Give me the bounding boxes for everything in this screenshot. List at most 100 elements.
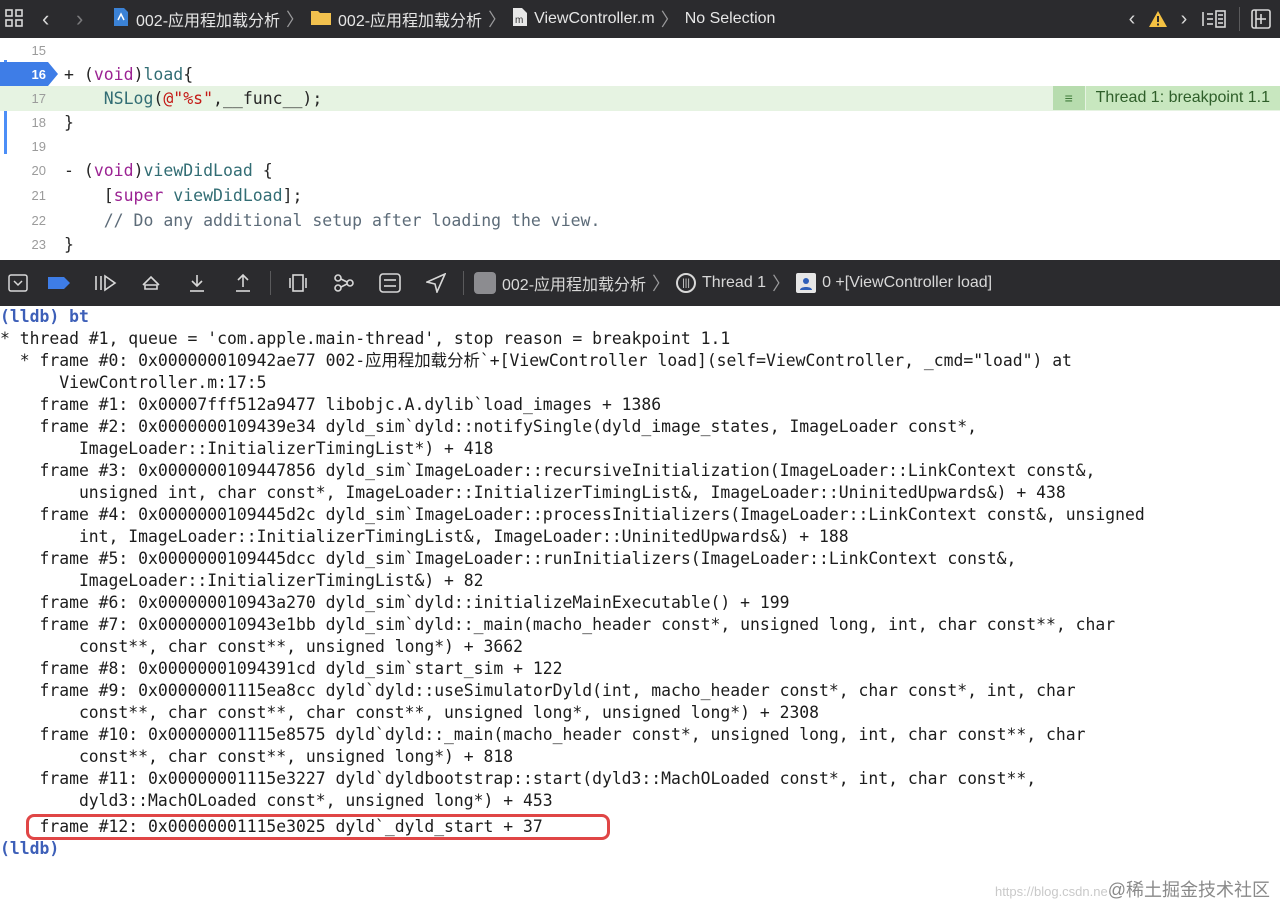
divider [270,271,271,295]
console-line: dyld3::MachOLoaded const*, unsigned long… [0,791,553,810]
thread-breakpoint-badge[interactable]: ≡ Thread 1: breakpoint 1.1 [1052,86,1280,110]
console-line: int, ImageLoader::InitializerTimingList&… [0,527,849,546]
breakpoint-marker[interactable]: 16 [0,62,58,86]
related-items-grid-icon[interactable] [4,8,24,28]
previous-issue-chevron-icon[interactable]: ‹ [1119,0,1145,38]
back-chevron-icon[interactable]: ‹ [42,6,49,32]
step-out-icon[interactable] [220,260,266,306]
console-line: const**, char const**, unsigned long*) +… [0,637,524,656]
breadcrumb: 002-应用程加载分析 〉 002-应用程加载分析 〉 m ViewContro… [112,0,775,38]
lldb-console[interactable]: (lldb) bt * thread #1, queue = 'com.appl… [0,306,1280,910]
code-text: ]; [282,185,303,205]
line-number: 17 [31,90,46,106]
line-number: 23 [31,236,46,252]
breadcrumb-folder[interactable]: 002-应用程加载分析 [310,7,482,31]
console-line: frame #5: 0x0000000109445dcc dyld_sim`Im… [0,549,1017,568]
code-keyword: void [93,64,134,84]
jump-bar: ‹ › 002-应用程加载分析 〉 002-应用程加载分析 〉 m ViewCo… [0,0,1280,38]
console-line: frame #2: 0x0000000109439e34 dyld_sim`dy… [0,417,977,436]
code-method-name: viewDidLoad [173,185,283,205]
next-issue-chevron-icon[interactable]: › [1171,0,1197,38]
console-line: ImageLoader::InitializerTimingList*) + 4… [0,439,494,458]
console-line: const**, char const**, unsigned long*) +… [0,747,514,766]
thread-icon: ||| [676,273,697,293]
hide-debug-area-icon[interactable] [0,260,36,306]
code-text: [ [64,185,114,205]
path-separator-icon: 〉 [652,274,671,294]
view-hierarchy-icon[interactable] [275,260,321,306]
breadcrumb-file-label: ViewController.m [534,10,655,27]
code-text: ( [153,88,164,108]
code-text: - ( [64,160,94,180]
debug-path-app[interactable]: 002-应用程加载分析 [502,271,646,295]
console-line: * frame #0: 0x000000010942ae77 002-应用程加载… [0,351,1072,370]
debug-path-frame[interactable]: 0 +[ViewController load] [822,274,992,292]
code-line: 15 [0,38,1280,63]
breakpoints-toggle-icon[interactable] [36,260,82,306]
code-keyword: void [93,160,134,180]
console-line: frame #8: 0x00000001094391cd dyld_sim`st… [0,659,563,678]
environment-overrides-icon[interactable] [367,260,413,306]
console-line-prompt: (lldb) bt [0,306,89,328]
code-text: { [252,160,273,180]
console-prompt: (lldb) [0,839,60,858]
code-text: ) [133,160,144,180]
console-line: frame #10: 0x00000001115e8575 dyld`dyld:… [0,725,1086,744]
source-editor[interactable]: 15 16 + (void)load{ 17 NSLog(@"%s",__fun… [0,38,1280,260]
console-line: frame #6: 0x000000010943a270 dyld_sim`dy… [0,593,790,612]
step-over-icon[interactable] [128,260,174,306]
breadcrumb-folder-label: 002-应用程加载分析 [338,13,483,30]
thread-badge-label: Thread 1: breakpoint 1.1 [1085,86,1280,110]
watermark-text: @稀土掘金技术社区 [1107,880,1270,900]
continue-icon[interactable] [82,260,128,306]
code-text: } [64,112,74,132]
breadcrumb-separator-icon: 〉 [488,10,507,30]
debug-navigation-path: 002-应用程加载分析 〉 ||| Thread 1 〉 0 +[ViewCon… [474,270,992,296]
code-line: 19 [0,134,1280,159]
divider [463,271,464,295]
path-separator-icon: 〉 [772,274,791,294]
watermark-url: https://blog.csdn.ne [994,884,1108,899]
console-line: frame #1: 0x00007fff512a9477 libobjc.A.d… [0,395,662,414]
code-text: { [183,64,194,84]
line-number: 18 [31,114,46,130]
code-comment: // Do any additional setup after loading… [64,210,601,230]
console-line: frame #11: 0x00000001115e3227 dyld`dyldb… [0,769,1037,788]
project-file-icon [112,7,130,32]
editor-options-icon[interactable] [1197,0,1231,38]
line-number: 16 [31,66,46,82]
breadcrumb-file[interactable]: m ViewController.m [512,7,655,32]
watermark: https://blog.csdn.ne@稀土掘金技术社区 [995,876,1270,902]
code-line: 20 - (void)viewDidLoad { [0,158,1280,183]
highlight-annotation-box [26,814,610,840]
breadcrumb-symbol[interactable]: No Selection [685,10,776,28]
code-string: @"%s" [163,88,214,108]
add-editor-icon[interactable] [1248,0,1274,38]
warning-icon[interactable] [1145,0,1171,38]
simulate-location-icon[interactable] [413,260,459,306]
forward-chevron-icon[interactable]: › [76,6,83,32]
breadcrumb-separator-icon: 〉 [660,10,679,30]
code-text: ) [133,64,144,84]
code-text: } [64,234,74,254]
console-line: const**, char const**, char const**, uns… [0,703,820,722]
code-text: + ( [64,64,94,84]
console-line: frame #9: 0x00000001115ea8cc dyld`dyld::… [0,681,1076,700]
console-command: (lldb) bt [0,307,89,326]
memory-graph-icon[interactable] [321,260,367,306]
stack-frame-user-icon [796,273,817,293]
code-method-name: load [143,64,184,84]
console-line: frame #4: 0x0000000109445d2c dyld_sim`Im… [0,505,1145,524]
svg-text:m: m [515,15,523,26]
code-line: 16 + (void)load{ [0,62,1280,87]
console-line: ImageLoader::InitializerTimingList&) + 8… [0,571,484,590]
console-line: unsigned int, char const*, ImageLoader::… [0,483,1066,502]
code-line: 22 // Do any additional setup after load… [0,208,1280,233]
debug-path-thread[interactable]: Thread 1 [702,274,766,292]
step-into-icon[interactable] [174,260,220,306]
code-text: ,__func__); [213,88,323,108]
jump-bar-right-controls: ‹ › [1119,0,1280,38]
breadcrumb-project[interactable]: 002-应用程加载分析 [112,7,280,32]
